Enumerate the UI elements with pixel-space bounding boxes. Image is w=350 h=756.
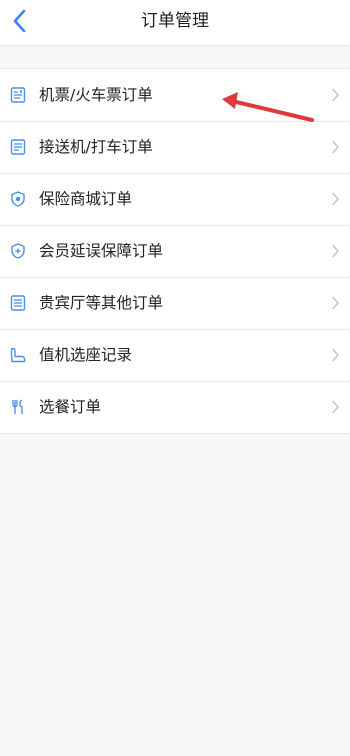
- menu-item-label: 贵宾厅等其他订单: [39, 294, 164, 312]
- nav-header: 订单管理: [0, 0, 350, 46]
- menu-item-delay-protection-orders[interactable]: 会员延误保障订单: [0, 225, 350, 277]
- seat-icon: [10, 347, 26, 363]
- chevron-right-icon: [332, 296, 339, 310]
- menu-item-insurance-mall-orders[interactable]: 保险商城订单: [0, 173, 350, 225]
- chevron-right-icon: [332, 192, 339, 206]
- page-title: 订单管理: [141, 11, 209, 31]
- menu-item-label: 接送机/打车订单: [39, 138, 153, 156]
- menu-item-label: 机票/火车票订单: [39, 86, 153, 104]
- menu-item-label: 值机选座记录: [39, 346, 133, 364]
- shield-plus-icon: [11, 243, 25, 259]
- chevron-right-icon: [332, 400, 339, 414]
- shield-icon: [11, 191, 25, 207]
- menu-item-label: 保险商城订单: [39, 190, 133, 208]
- order-menu-list: 机票/火车票订单 接送机/打车订单 保险商城订单 会员延误保障订单 贵宾厅等其他…: [0, 68, 350, 434]
- chevron-right-icon: [332, 140, 339, 154]
- receipt-icon: [10, 139, 26, 155]
- document-icon: [10, 295, 26, 311]
- menu-item-transfer-taxi-orders[interactable]: 接送机/打车订单: [0, 121, 350, 173]
- menu-item-meal-selection-orders[interactable]: 选餐订单: [0, 381, 350, 433]
- menu-item-check-in-seat-records[interactable]: 值机选座记录: [0, 329, 350, 381]
- ticket-icon: [10, 87, 26, 103]
- menu-item-flight-train-orders[interactable]: 机票/火车票订单: [0, 69, 350, 121]
- utensils-icon: [12, 399, 23, 414]
- chevron-right-icon: [332, 88, 339, 102]
- chevron-right-icon: [332, 244, 339, 258]
- menu-item-vip-lounge-other-orders[interactable]: 贵宾厅等其他订单: [0, 277, 350, 329]
- chevron-right-icon: [332, 348, 339, 362]
- menu-item-label: 会员延误保障订单: [39, 242, 164, 260]
- menu-item-label: 选餐订单: [39, 398, 102, 416]
